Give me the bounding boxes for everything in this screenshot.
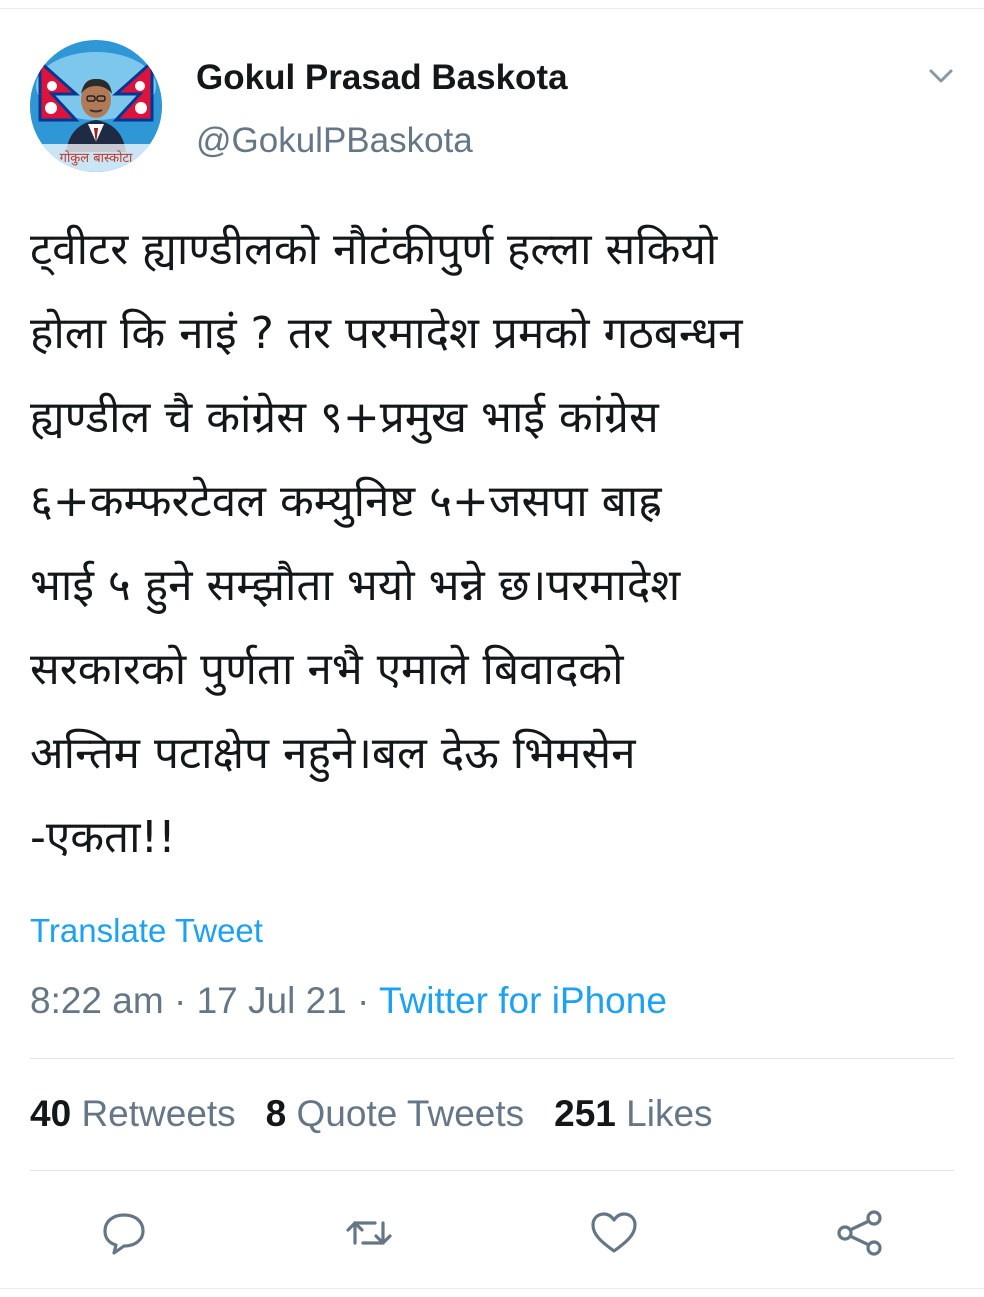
bottom-divider <box>0 1288 984 1289</box>
quote-tweets-label: Quote Tweets <box>296 1093 525 1134</box>
avatar[interactable]: गोकुल बास्कोटा <box>30 40 162 172</box>
likes-stat[interactable]: 251 Likes <box>554 1093 712 1134</box>
retweet-button[interactable] <box>341 1205 397 1261</box>
retweets-count: 40 <box>30 1093 72 1134</box>
share-icon <box>837 1210 882 1256</box>
meta-separator: · <box>173 980 187 1021</box>
retweet-icon <box>346 1221 392 1245</box>
tweet-meta: 8:22 am · 17 Jul 21 · Twitter for iPhone <box>30 980 667 1022</box>
divider <box>30 1058 954 1059</box>
chevron-down-icon <box>929 69 953 83</box>
likes-label: Likes <box>626 1093 713 1134</box>
tweet-text: ट्वीटर ह्याण्डीलको नौटंकीपुर्ण हल्ला सकि… <box>30 224 743 863</box>
engagement-stats: 40 Retweets 8 Quote Tweets 251 Likes <box>30 1093 713 1135</box>
quote-tweets-stat[interactable]: 8 Quote Tweets <box>266 1093 524 1134</box>
avatar-caption: गोकुल बास्कोटा <box>59 151 133 166</box>
tweet-date: 17 Jul 21 <box>196 980 347 1021</box>
retweets-label: Retweets <box>81 1093 236 1134</box>
share-button[interactable] <box>832 1205 888 1261</box>
reply-icon <box>103 1213 145 1255</box>
divider <box>30 1170 954 1171</box>
tweet-source-link[interactable]: Twitter for iPhone <box>379 980 667 1021</box>
top-divider <box>0 8 984 9</box>
reply-button[interactable] <box>96 1205 152 1261</box>
tweet-actions <box>0 1205 984 1261</box>
author-handle[interactable]: @GokulPBaskota <box>196 121 473 161</box>
author-name[interactable]: Gokul Prasad Baskota <box>196 58 568 98</box>
tweet-time: 8:22 am <box>30 980 164 1021</box>
retweets-stat[interactable]: 40 Retweets <box>30 1093 236 1134</box>
meta-separator: · <box>357 980 370 1021</box>
quote-tweets-count: 8 <box>265 1093 287 1134</box>
like-button[interactable] <box>586 1205 642 1261</box>
translate-tweet-link[interactable]: Translate Tweet <box>30 912 263 950</box>
heart-icon <box>591 1212 637 1253</box>
tweet-menu-button[interactable] <box>922 62 960 92</box>
likes-count: 251 <box>554 1093 616 1134</box>
